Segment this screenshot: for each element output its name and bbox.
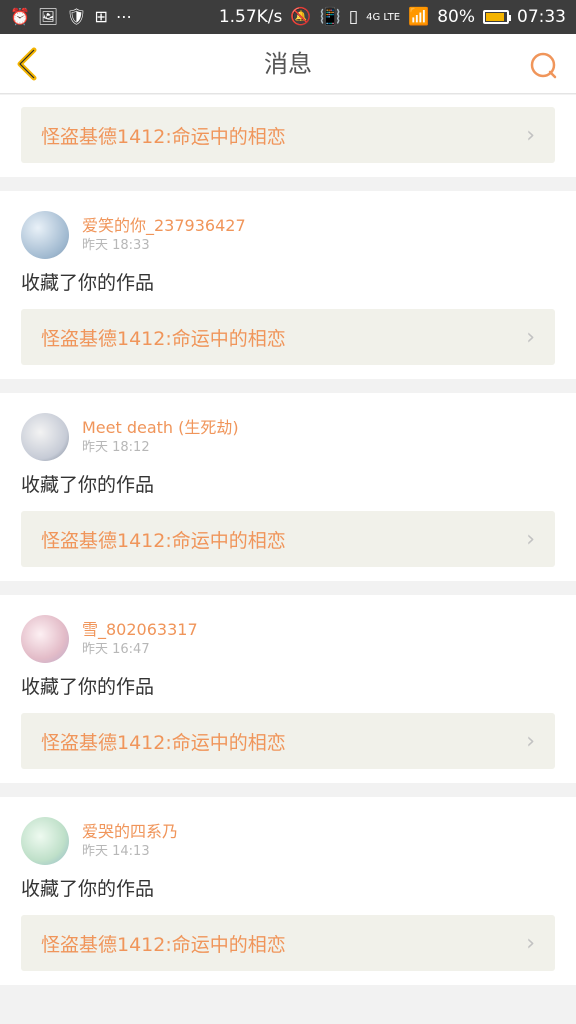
username[interactable]: 雪_802063317 [82,619,198,641]
work-title: 怪盗基德1412:命运中的相恋 [41,933,286,956]
timestamp: 昨天 18:12 [82,440,150,455]
shield-icon: 🛡 [66,7,87,26]
message-list: 怪盗基德1412:命运中的相恋 › 爱笑的你_237936427 昨天 18:3… [0,95,576,999]
work-title: 怪盗基德1412:命运中的相恋 [41,529,286,552]
message-meta: 爱笑的你_237936427 昨天 18:33 [21,211,555,259]
work-title: 怪盗基德1412:命运中的相恋 [41,125,286,148]
action-text: 收藏了你的作品 [21,272,155,294]
mute-icon: 🔕 [290,7,312,27]
image-icon: 🖼 [37,7,59,26]
timestamp: 昨天 18:33 [82,238,150,253]
message-card: 雪_802063317 昨天 16:47 收藏了你的作品 怪盗基德1412:命运… [0,595,576,783]
signal-icon: 📶 [408,7,430,27]
username[interactable]: Meet death (生死劫) [82,417,239,439]
network-type: 4G LTE [366,11,401,23]
work-link[interactable]: 怪盗基德1412:命运中的相恋 › [21,511,555,567]
battery-icon [483,10,511,24]
status-left: ⏰ 🖼 🛡 ⊞ ⋯ [10,9,132,25]
chevron-right-icon: › [526,324,535,350]
message-card: 怪盗基德1412:命运中的相恋 › [0,95,576,177]
navigation-bar: 消息 [0,34,576,94]
user-info: 雪_802063317 昨天 16:47 [82,619,198,659]
message-meta: 爱哭的四系乃 昨天 14:13 [21,817,555,865]
avatar[interactable] [21,817,69,865]
work-link[interactable]: 怪盗基德1412:命运中的相恋 › [21,713,555,769]
chevron-right-icon: › [526,930,535,956]
avatar[interactable] [21,413,69,461]
message-card: 爱笑的你_237936427 昨天 18:33 收藏了你的作品 怪盗基德1412… [0,191,576,379]
avatar[interactable] [21,211,69,259]
alarm-icon: ⏰ [10,7,30,26]
work-link[interactable]: 怪盗基德1412:命运中的相恋 › [21,309,555,365]
clock: 07:33 [517,7,566,27]
work-link[interactable]: 怪盗基德1412:命运中的相恋 › [21,915,555,971]
timestamp: 昨天 16:47 [82,642,150,657]
avatar[interactable] [21,615,69,663]
user-info: 爱哭的四系乃 昨天 14:13 [82,821,178,861]
battery-percent: 80% [437,7,475,27]
chevron-right-icon: › [526,122,535,148]
timestamp: 昨天 14:13 [82,844,150,859]
more-icon: ⋯ [115,7,132,26]
message-meta: 雪_802063317 昨天 16:47 [21,615,555,663]
search-icon [530,52,557,79]
action-text: 收藏了你的作品 [21,676,155,698]
status-bar: ⏰ 🖼 🛡 ⊞ ⋯ 1.57K/s 🔕 📳 ▯ 4G LTE 📶 80% 07:… [0,0,576,34]
status-right: 1.57K/s 🔕 📳 ▯ 4G LTE 📶 80% 07:33 [219,7,566,27]
username[interactable]: 爱笑的你_237936427 [82,215,246,237]
chevron-right-icon: › [526,728,535,754]
search-button[interactable] [528,50,558,80]
user-info: 爱笑的你_237936427 昨天 18:33 [82,215,246,255]
sim-icon: ▯ [348,7,359,27]
chevron-right-icon: › [526,526,535,552]
message-card: Meet death (生死劫) 昨天 18:12 收藏了你的作品 怪盗基德14… [0,393,576,581]
user-info: Meet death (生死劫) 昨天 18:12 [82,417,239,457]
vibrate-icon: 📳 [319,7,341,27]
username[interactable]: 爱哭的四系乃 [82,821,178,843]
network-speed: 1.57K/s [218,7,283,27]
work-title: 怪盗基德1412:命运中的相恋 [41,327,286,350]
plus-box-icon: ⊞ [94,7,108,26]
page-title: 消息 [264,50,312,78]
work-title: 怪盗基德1412:命运中的相恋 [41,731,286,754]
action-text: 收藏了你的作品 [21,474,155,496]
work-link[interactable]: 怪盗基德1412:命运中的相恋 › [21,107,555,163]
battery-fill [486,13,504,21]
action-text: 收藏了你的作品 [21,878,155,900]
message-meta: Meet death (生死劫) 昨天 18:12 [21,413,555,461]
message-card: 爱哭的四系乃 昨天 14:13 收藏了你的作品 怪盗基德1412:命运中的相恋 … [0,797,576,985]
